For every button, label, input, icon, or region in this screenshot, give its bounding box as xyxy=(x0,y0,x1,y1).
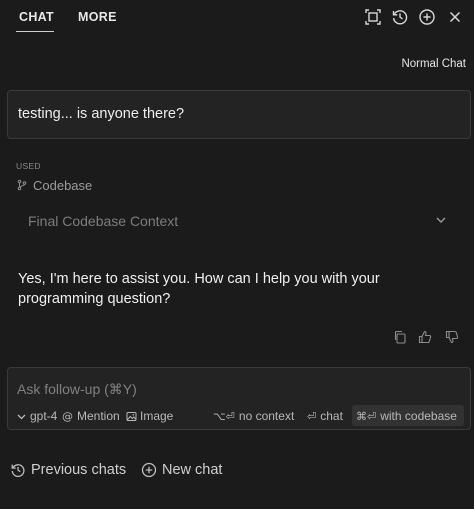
image-button[interactable]: Image xyxy=(126,408,173,424)
user-message-text: testing... is anyone there? xyxy=(18,106,185,122)
chat-mode-label[interactable]: Normal Chat xyxy=(401,58,466,70)
tab-more[interactable]: MORE xyxy=(78,10,117,24)
new-chat-label: New chat xyxy=(162,462,223,478)
expand-icon[interactable] xyxy=(364,8,382,26)
with-codebase-label: with codebase xyxy=(380,409,457,423)
new-chat-button[interactable]: New chat xyxy=(141,461,222,479)
at-sign-icon: @ xyxy=(62,409,73,423)
codebase-context-label: Final Codebase Context xyxy=(28,213,179,229)
git-branch-icon xyxy=(17,179,27,191)
mention-label: Mention xyxy=(77,409,120,423)
image-icon xyxy=(126,411,137,421)
codebase-context-dropdown[interactable]: Final Codebase Context xyxy=(28,213,450,231)
image-label: Image xyxy=(140,409,174,423)
history-icon xyxy=(11,464,25,477)
chevron-down-icon xyxy=(17,414,26,419)
enter-key: ⏎ xyxy=(307,409,317,423)
submit-no-context[interactable]: ⌥⏎ no context xyxy=(213,408,294,424)
previous-chats-button[interactable]: Previous chats xyxy=(10,461,126,479)
add-circle-icon xyxy=(141,462,157,478)
mention-button[interactable]: @ Mention xyxy=(62,408,120,424)
option-enter-keys: ⌥⏎ xyxy=(213,409,235,423)
active-tab-indicator xyxy=(16,31,54,32)
thumbs-up-icon[interactable] xyxy=(418,330,432,346)
chevron-down-icon xyxy=(436,217,446,223)
top-bar: CHAT MORE xyxy=(0,0,474,34)
no-context-label: no context xyxy=(238,409,295,423)
model-label: gpt-4 xyxy=(30,409,58,423)
chat-label: chat xyxy=(320,409,343,423)
submit-chat[interactable]: ⏎ chat xyxy=(307,408,343,424)
previous-chats-label: Previous chats xyxy=(31,462,127,478)
copy-icon[interactable] xyxy=(393,330,407,346)
close-icon[interactable] xyxy=(446,8,464,26)
followup-input[interactable] xyxy=(17,378,457,400)
user-message-bubble: testing... is anyone there? xyxy=(7,90,471,139)
assistant-message-text: Yes, I'm here to assist you. How can I h… xyxy=(18,271,380,307)
submit-with-codebase[interactable]: ⌘⏎ with codebase xyxy=(356,408,457,424)
model-selector[interactable]: gpt-4 xyxy=(16,408,57,424)
command-enter-keys: ⌘⏎ xyxy=(356,409,377,423)
used-codebase-item: Codebase xyxy=(16,177,92,193)
codebase-label: Codebase xyxy=(33,177,93,193)
followup-composer: gpt-4 @ Mention Image ⌥⏎ no context ⏎ ch… xyxy=(7,367,471,430)
add-circle-icon[interactable] xyxy=(418,8,436,26)
tab-chat[interactable]: CHAT xyxy=(19,10,54,24)
used-label: USED xyxy=(16,161,41,171)
history-icon[interactable] xyxy=(391,8,409,26)
thumbs-down-icon[interactable] xyxy=(445,330,459,346)
